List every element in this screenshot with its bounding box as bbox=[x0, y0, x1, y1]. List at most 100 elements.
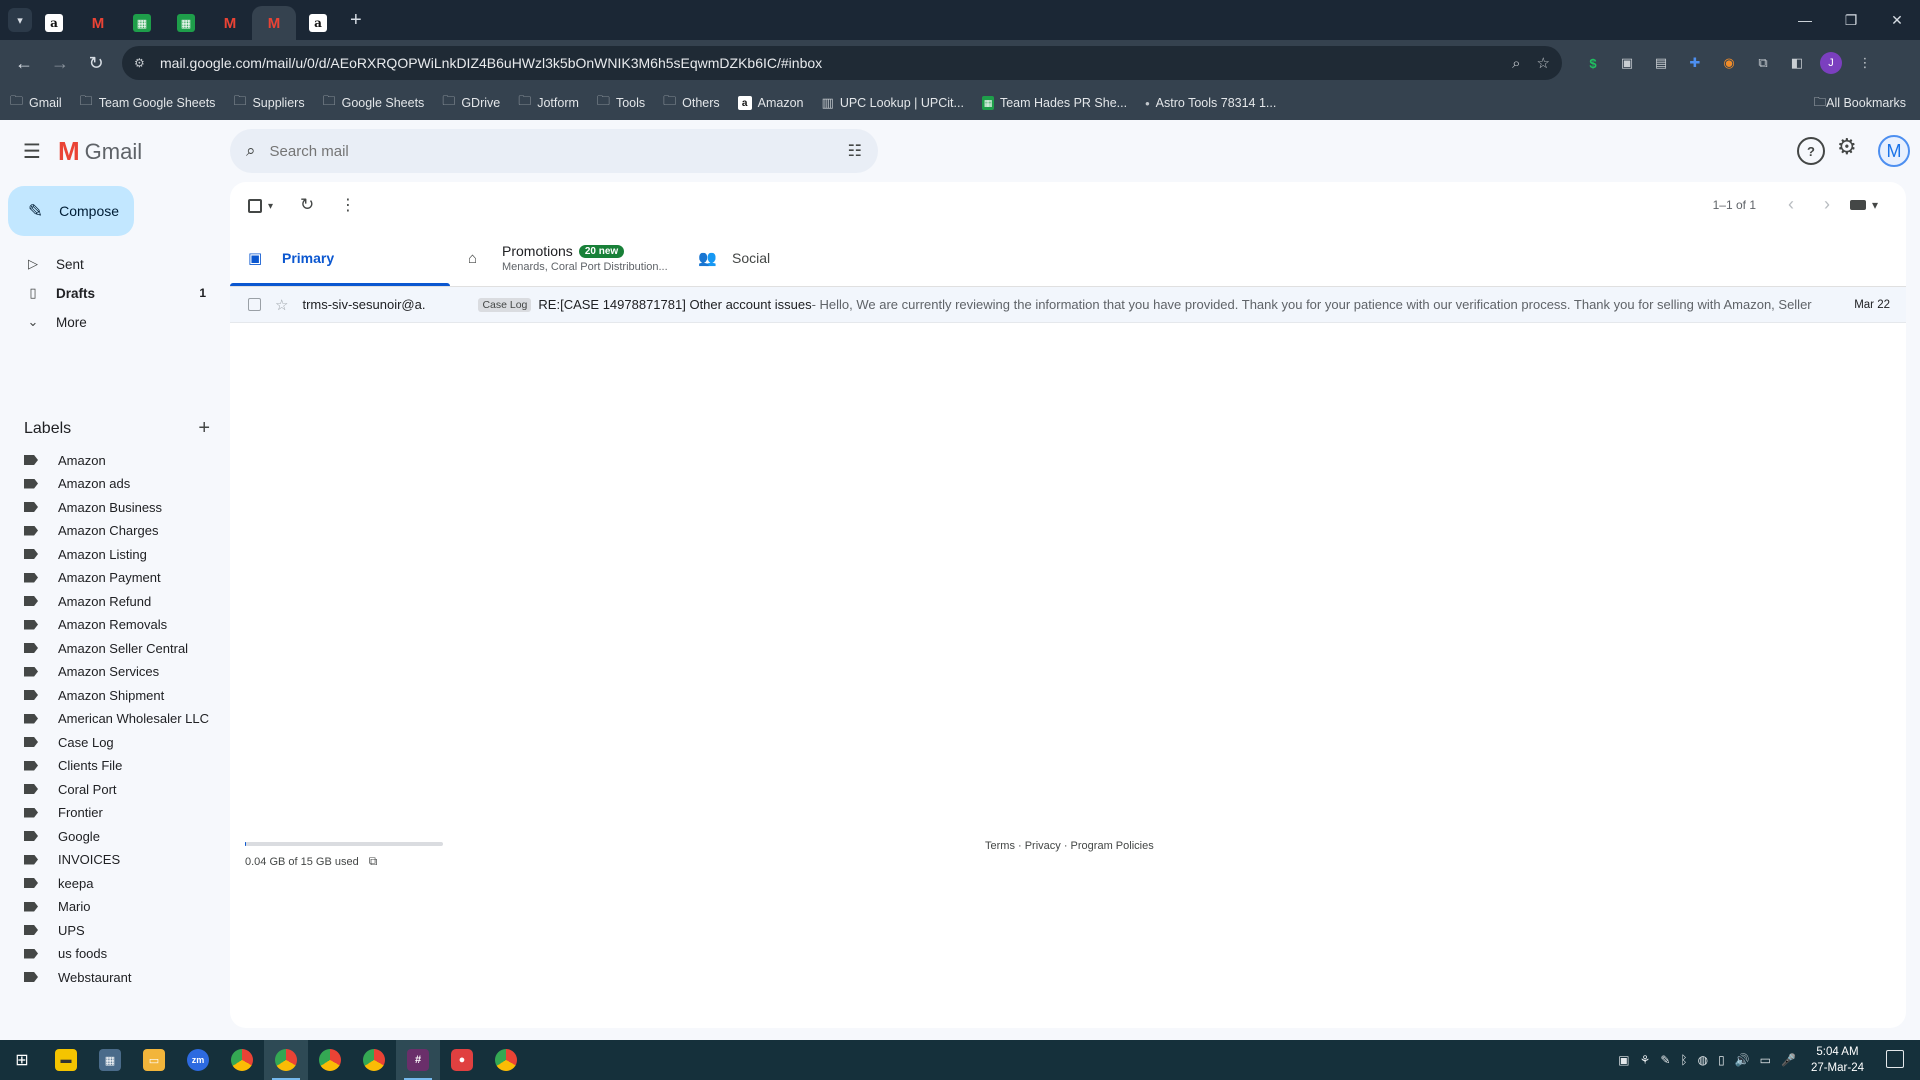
sidebar-label-item[interactable]: Amazon bbox=[0, 448, 216, 472]
sidebar-label-item[interactable]: Mario bbox=[0, 895, 216, 919]
sidebar-label-item[interactable]: keepa bbox=[0, 871, 216, 895]
help-icon[interactable]: ? bbox=[1797, 137, 1825, 165]
bluetooth-icon[interactable]: ᛒ bbox=[1680, 1053, 1687, 1067]
browser-tab-gmail[interactable]: M bbox=[76, 6, 120, 40]
sidebar-label-item[interactable]: Amazon Seller Central bbox=[0, 636, 216, 660]
bookmark-item[interactable]: a Amazon bbox=[737, 96, 804, 110]
browser-tab-gmail-2[interactable]: M bbox=[208, 6, 252, 40]
taskbar-chrome-4[interactable] bbox=[352, 1040, 396, 1080]
search-options-icon[interactable]: ☷ bbox=[848, 141, 862, 161]
sidebar-label-item[interactable]: us foods bbox=[0, 942, 216, 966]
network-icon[interactable]: ▭ bbox=[1760, 1053, 1771, 1067]
taskbar-slack[interactable]: # bbox=[396, 1040, 440, 1080]
minimize-icon[interactable]: — bbox=[1782, 0, 1828, 40]
tab-social[interactable]: 👥 Social bbox=[680, 230, 900, 286]
email-checkbox[interactable] bbox=[248, 298, 261, 311]
taskbar-calculator[interactable]: ▦ bbox=[88, 1040, 132, 1080]
side-panel-icon[interactable]: ◧ bbox=[1783, 49, 1811, 77]
microphone-icon[interactable]: 🎤 bbox=[1781, 1053, 1796, 1067]
sidebar-item-more[interactable]: ⌄ More bbox=[0, 308, 216, 336]
email-row[interactable]: ☆ trms-siv-sesunoir@a. Case Log RE:[CASE… bbox=[230, 287, 1906, 323]
bookmark-star-icon[interactable]: ☆ bbox=[1537, 54, 1550, 72]
close-window-icon[interactable]: ✕ bbox=[1874, 0, 1920, 40]
image-extension-icon[interactable]: ▤ bbox=[1647, 49, 1675, 77]
taskbar-chrome-1[interactable] bbox=[220, 1040, 264, 1080]
browser-menu-icon[interactable]: ⋮ bbox=[1851, 49, 1879, 77]
refresh-icon[interactable]: ↻ bbox=[300, 195, 314, 215]
browser-tab-sheets[interactable]: ▦ bbox=[120, 6, 164, 40]
email-label-chip[interactable]: Case Log bbox=[478, 297, 532, 312]
sidebar-label-item[interactable]: Frontier bbox=[0, 801, 216, 825]
orange-extension-icon[interactable]: ◉ bbox=[1715, 49, 1743, 77]
taskbar-zoom[interactable]: zm bbox=[176, 1040, 220, 1080]
sidebar-label-item[interactable]: Amazon Payment bbox=[0, 566, 216, 590]
zoom-tray-icon[interactable]: ◍ bbox=[1698, 1053, 1708, 1067]
sidebar-label-item[interactable]: Webstaurant bbox=[0, 965, 216, 989]
nvidia-icon[interactable]: ▣ bbox=[1618, 1053, 1629, 1067]
bookmark-item[interactable]: 🗀 Google Sheets bbox=[323, 92, 425, 114]
blue-extension-icon[interactable]: ✚ bbox=[1681, 49, 1709, 77]
taskbar-sticky-notes[interactable]: ▬ bbox=[44, 1040, 88, 1080]
reload-icon[interactable]: ↻ bbox=[78, 45, 114, 81]
bookmark-item[interactable]: 🗀 Others bbox=[663, 92, 720, 114]
sidebar-label-item[interactable]: Google bbox=[0, 824, 216, 848]
extensions-puzzle-icon[interactable]: ⧉ bbox=[1749, 49, 1777, 77]
sidebar-label-item[interactable]: Amazon Refund bbox=[0, 589, 216, 613]
sidebar-label-item[interactable]: American Wholesaler LLC bbox=[0, 707, 216, 731]
forward-arrow-icon[interactable]: → bbox=[42, 45, 78, 81]
bookmark-item[interactable]: 🗀 Tools bbox=[597, 92, 645, 114]
bookmark-item[interactable]: ▦ Team Hades PR She... bbox=[981, 96, 1127, 110]
bookmark-item[interactable]: ▥ UPC Lookup | UPCit... bbox=[822, 95, 964, 111]
sidebar-label-item[interactable]: Amazon Listing bbox=[0, 542, 216, 566]
bookmark-item[interactable]: 🗀 Jotform bbox=[518, 92, 579, 114]
browser-tab-sheets-2[interactable]: ▦ bbox=[164, 6, 208, 40]
tab-promotions[interactable]: ⌂ Promotions 20 new Menards, Coral Port … bbox=[450, 230, 680, 286]
input-tools-button[interactable]: ▾ bbox=[1849, 198, 1878, 212]
sidebar-label-item[interactable]: Amazon Services bbox=[0, 660, 216, 684]
compose-button[interactable]: ✎ Compose bbox=[8, 186, 134, 236]
pen-icon[interactable]: ✎ bbox=[1660, 1053, 1670, 1067]
profile-avatar[interactable]: J bbox=[1817, 49, 1845, 77]
open-external-icon[interactable]: ⧉ bbox=[369, 854, 378, 869]
create-label-plus-icon[interactable]: + bbox=[198, 418, 210, 438]
sidebar-label-item[interactable]: INVOICES bbox=[0, 848, 216, 872]
site-info-icon[interactable]: ⚙ bbox=[134, 56, 150, 70]
sidebar-label-item[interactable]: Amazon Business bbox=[0, 495, 216, 519]
prev-page-icon[interactable]: ‹ bbox=[1788, 194, 1794, 215]
sidebar-label-item[interactable]: Coral Port bbox=[0, 777, 216, 801]
restore-icon[interactable]: ❐ bbox=[1828, 0, 1874, 40]
search-input[interactable] bbox=[269, 142, 848, 160]
taskbar-red-app[interactable]: ● bbox=[440, 1040, 484, 1080]
volume-icon[interactable]: 🔊 bbox=[1735, 1053, 1750, 1067]
off-badge-extension-icon[interactable]: ▣ bbox=[1613, 49, 1641, 77]
seller-extension-icon[interactable]: $ bbox=[1579, 49, 1607, 77]
sidebar-label-item[interactable]: Amazon ads bbox=[0, 472, 216, 496]
battery-icon[interactable]: ▯ bbox=[1718, 1053, 1725, 1067]
browser-tab-gmail-active[interactable]: M bbox=[252, 6, 296, 40]
all-bookmarks[interactable]: 🗀 All Bookmarks bbox=[1814, 86, 1906, 120]
bookmark-item[interactable]: 🗀 Gmail bbox=[10, 92, 62, 114]
sync-icon[interactable]: ⚘ bbox=[1640, 1053, 1651, 1067]
tab-primary[interactable]: ▣ Primary bbox=[230, 230, 450, 286]
address-bar[interactable]: ⚙ mail.google.com/mail/u/0/d/AEoRXRQOPWi… bbox=[122, 46, 1562, 80]
browser-tab-amazon-2[interactable]: a bbox=[296, 6, 340, 40]
sidebar-label-item[interactable]: Clients File bbox=[0, 754, 216, 778]
zoom-magnifier-icon[interactable]: ⌕ bbox=[1512, 55, 1520, 72]
sidebar-label-item[interactable]: Amazon Shipment bbox=[0, 683, 216, 707]
back-arrow-icon[interactable]: ← bbox=[6, 45, 42, 81]
taskbar-chrome-2[interactable] bbox=[264, 1040, 308, 1080]
browser-tab-amazon[interactable]: a bbox=[32, 6, 76, 40]
bookmark-item[interactable]: • Astro Tools 78314 1... bbox=[1145, 96, 1276, 111]
notifications-icon[interactable] bbox=[1886, 1050, 1904, 1068]
gmail-logo[interactable]: M Gmail bbox=[58, 136, 142, 167]
sidebar-label-item[interactable]: Amazon Removals bbox=[0, 613, 216, 637]
footer-links[interactable]: Terms · Privacy · Program Policies bbox=[985, 840, 1154, 852]
taskbar-chrome-3[interactable] bbox=[308, 1040, 352, 1080]
star-icon[interactable]: ☆ bbox=[275, 296, 288, 314]
windows-start-icon[interactable]: ⊞ bbox=[0, 1040, 44, 1080]
sidebar-label-item[interactable]: UPS bbox=[0, 918, 216, 942]
new-tab-plus-icon[interactable]: + bbox=[350, 9, 362, 32]
sidebar-label-item[interactable]: Amazon Charges bbox=[0, 519, 216, 543]
select-all-checkbox[interactable]: ▾ bbox=[248, 199, 273, 213]
sidebar-item-sent[interactable]: ▷ Sent bbox=[0, 250, 216, 278]
